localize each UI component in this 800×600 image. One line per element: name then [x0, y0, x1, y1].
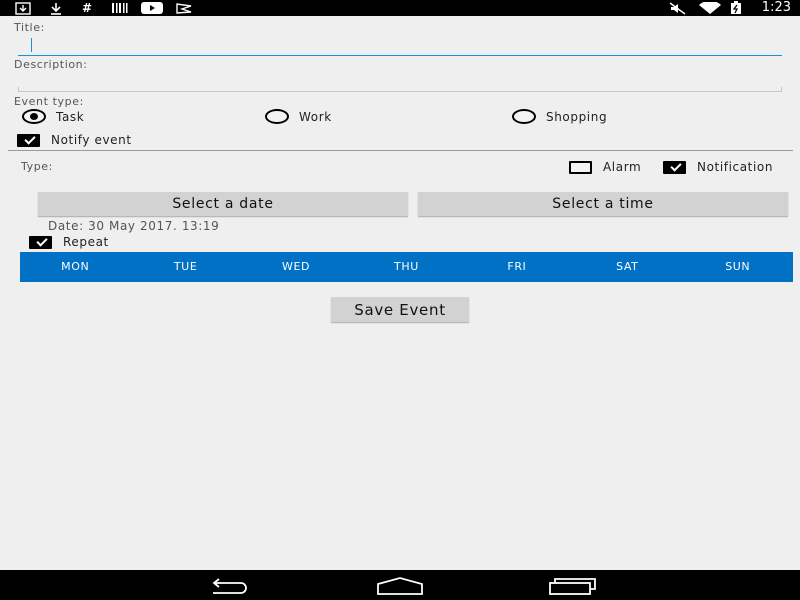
alarm-label: Alarm: [603, 160, 642, 174]
day-sun[interactable]: SUN: [683, 252, 793, 282]
day-fri[interactable]: FRI: [462, 252, 572, 282]
radio-button-icon: [512, 109, 536, 124]
download-box-icon: [14, 1, 32, 15]
radio-button-icon: [22, 109, 46, 124]
divider: [8, 150, 793, 151]
radio-shopping-label: Shopping: [546, 109, 608, 124]
day-wed[interactable]: WED: [241, 252, 351, 282]
repeat-label: Repeat: [63, 235, 109, 249]
hashtag-icon: #: [81, 1, 93, 15]
navigation-bar: [0, 570, 800, 600]
description-underline-tick: [781, 87, 782, 92]
event-type-label: Event type:: [14, 95, 84, 108]
notify-event-checkbox[interactable]: Notify event: [17, 133, 132, 147]
checkbox-checked-icon: [663, 160, 686, 174]
radio-work-label: Work: [299, 109, 332, 124]
alarm-checkbox[interactable]: Alarm: [569, 160, 641, 174]
notification-label: Notification: [697, 160, 774, 174]
home-icon[interactable]: [375, 577, 425, 595]
selected-date-text: Date: 30 May 2017. 13:19: [48, 219, 220, 233]
checkbox-checked-icon: [17, 133, 40, 147]
save-event-button[interactable]: Save Event: [331, 297, 469, 322]
flag-icon: [175, 1, 193, 15]
recents-icon[interactable]: [548, 577, 598, 595]
description-label: Description:: [14, 58, 88, 71]
notify-event-label: Notify event: [51, 133, 132, 147]
description-input[interactable]: [18, 74, 782, 92]
radio-task-label: Task: [56, 109, 85, 124]
notification-checkbox[interactable]: Notification: [663, 160, 773, 174]
day-sat[interactable]: SAT: [572, 252, 682, 282]
text-caret: [31, 38, 32, 52]
barcode-icon: [110, 1, 128, 15]
radio-shopping[interactable]: Shopping: [512, 109, 607, 124]
repeat-checkbox[interactable]: Repeat: [29, 235, 109, 249]
back-icon[interactable]: [205, 577, 255, 595]
radio-button-icon: [265, 109, 289, 124]
radio-task[interactable]: Task: [22, 109, 84, 124]
select-time-button[interactable]: Select a time: [418, 192, 788, 216]
download-icon: [48, 1, 64, 15]
type-label: Type:: [21, 160, 53, 173]
wifi-icon: [698, 1, 722, 15]
checkbox-checked-icon: [29, 235, 52, 249]
select-date-button[interactable]: Select a date: [38, 192, 408, 216]
day-mon[interactable]: MON: [20, 252, 130, 282]
battery-charging-icon: [729, 1, 743, 15]
day-tue[interactable]: TUE: [130, 252, 240, 282]
radio-work[interactable]: Work: [265, 109, 332, 124]
youtube-icon: [140, 1, 164, 15]
title-input[interactable]: [18, 36, 782, 56]
status-time: 1:23: [761, 0, 791, 15]
description-underline-tick: [18, 87, 19, 92]
day-thu[interactable]: THU: [351, 252, 461, 282]
status-bar: # 1:23: [0, 0, 800, 16]
title-label: Title:: [14, 21, 45, 34]
muted-icon: [668, 1, 688, 15]
checkbox-unchecked-icon: [569, 160, 592, 174]
days-of-week-bar: MON TUE WED THU FRI SAT SUN: [20, 252, 793, 282]
